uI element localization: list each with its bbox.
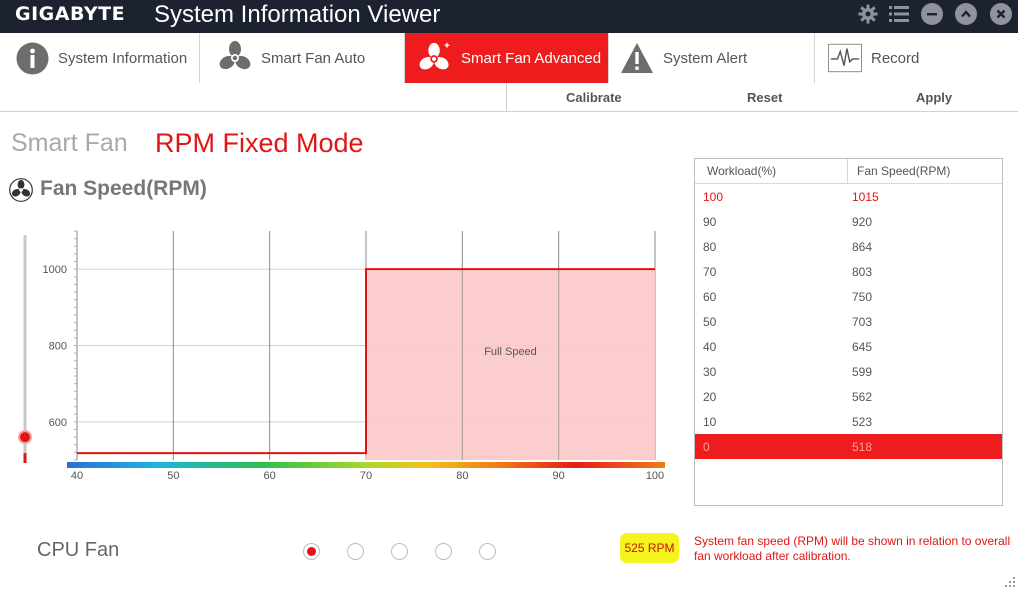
rpm-slider-handle[interactable] [18, 430, 32, 445]
workload-cell: 100 [703, 190, 724, 204]
workload-cell: 10 [703, 415, 717, 429]
table-row[interactable]: 30 599 [695, 359, 1002, 384]
table-row[interactable]: 50 703 [695, 309, 1002, 334]
table-row[interactable]: 70 803 [695, 259, 1002, 284]
current-rpm-value: 525 RPM [624, 541, 675, 555]
fan-speed-cell: 562 [852, 390, 873, 404]
fan-speed-cell: 750 [852, 290, 873, 304]
divider [506, 83, 507, 112]
workload-cell: 20 [703, 390, 717, 404]
info-icon [15, 41, 49, 75]
heartbeat-icon [828, 41, 862, 75]
column-header-workload: Workload(%) [707, 164, 777, 178]
y-tick-label: 1000 [43, 264, 67, 276]
x-tick-label: 70 [360, 470, 372, 482]
table-row[interactable]: 40 645 [695, 334, 1002, 359]
warning-icon [620, 41, 654, 75]
divider [847, 159, 848, 184]
calibration-note: System fan speed (RPM) will be shown in … [694, 534, 1011, 563]
fan-speed-cell: 920 [852, 215, 873, 229]
fan-speed-cell: 703 [852, 315, 873, 329]
table-header: Workload(%) Fan Speed(RPM) [695, 159, 1002, 184]
tab-system-alert[interactable]: System Alert [609, 33, 815, 83]
tab-label: Smart Fan Advanced [461, 49, 602, 67]
tab-label: System Alert [663, 49, 748, 67]
workload-cell: 30 [703, 365, 717, 379]
workload-cell: 40 [703, 340, 717, 354]
fan-speed-cell: 518 [852, 440, 873, 454]
workload-rpm-table: Workload(%) Fan Speed(RPM) 100 1015 90 920 8… [694, 158, 1003, 506]
fan-radio-4[interactable] [435, 543, 452, 560]
close-icon[interactable] [990, 3, 1012, 25]
table-row[interactable]: 60 750 [695, 284, 1002, 309]
workload-cell: 80 [703, 240, 717, 254]
x-tick-label: 80 [456, 470, 468, 482]
x-tick-label: 60 [264, 470, 276, 482]
tab-label: System Information [58, 49, 188, 67]
fan-plus-icon [418, 41, 452, 75]
tab-label: Record [871, 49, 920, 67]
minimize-icon[interactable] [921, 3, 943, 25]
fan-speed-cell: 523 [852, 415, 873, 429]
workload-cell: 90 [703, 215, 717, 229]
annotation-label: Full Speed [484, 346, 537, 358]
table-row[interactable]: 20 562 [695, 384, 1002, 409]
workload-cell: 60 [703, 290, 717, 304]
calibrate-button[interactable]: Calibrate [566, 90, 622, 105]
fan-speed-cell: 599 [852, 365, 873, 379]
section-title: Fan Speed(RPM) [40, 177, 207, 200]
y-tick-label: 600 [49, 417, 67, 429]
temperature-gradient-bar [67, 462, 665, 468]
table-row[interactable]: 10 523 [695, 409, 1002, 434]
full-speed-region [366, 269, 655, 460]
workload-cell: 70 [703, 265, 717, 279]
tab-smart-fan-advanced[interactable]: Smart Fan Advanced [405, 33, 609, 83]
x-tick-label: 50 [167, 470, 179, 482]
action-bar: Calibrate Reset Apply [0, 83, 1018, 112]
reset-button[interactable]: Reset [747, 90, 782, 105]
y-tick-label: 800 [49, 341, 67, 353]
apply-button[interactable]: Apply [916, 90, 952, 105]
tab-record[interactable]: Record [815, 33, 1018, 83]
table-row[interactable]: 100 1015 [695, 184, 1002, 209]
fan-radio-3[interactable] [391, 543, 408, 560]
tab-smart-fan-auto[interactable]: Smart Fan Auto [200, 33, 405, 83]
table-row[interactable]: 0 518 [695, 434, 1002, 459]
workload-cell: 0 [703, 440, 710, 454]
fan-icon [218, 41, 252, 75]
tab-label: Smart Fan Auto [261, 49, 366, 67]
workload-cell: 50 [703, 315, 717, 329]
fan-radio-5[interactable] [479, 543, 496, 560]
fan-icon [9, 178, 33, 207]
fan-speed-cell: 1015 [852, 190, 879, 204]
x-tick-label: 100 [646, 470, 664, 482]
fan-speed-cell: 864 [852, 240, 873, 254]
table-row[interactable]: 80 864 [695, 234, 1002, 259]
fan-speed-cell: 803 [852, 265, 873, 279]
mode-label: Smart Fan [11, 129, 128, 157]
x-tick-label: 90 [553, 470, 565, 482]
current-rpm: 525 RPM [620, 533, 679, 563]
fan-speed-chart[interactable]: 600 800 1000 Full Speed 40 50 60 70 80 90 100 [0, 215, 690, 485]
fan-radio-2[interactable] [347, 543, 364, 560]
brand-logo: GIGABYTE [15, 3, 126, 25]
column-header-fan-speed: Fan Speed(RPM) [857, 164, 951, 178]
app-title: System Information Viewer [154, 1, 441, 28]
resize-grip-icon[interactable] [1004, 576, 1016, 588]
tab-system-information[interactable]: System Information [0, 33, 200, 83]
mode-value[interactable]: RPM Fixed Mode [155, 128, 364, 159]
fan-name: CPU Fan [37, 539, 120, 561]
fan-radio-1[interactable] [303, 543, 320, 560]
title-bar: GIGABYTE System Information Viewer [0, 0, 1018, 33]
list-icon[interactable] [888, 3, 910, 25]
fan-speed-cell: 645 [852, 340, 873, 354]
x-tick-label: 40 [71, 470, 83, 482]
tab-bar: System Information Smart Fan Auto Smart … [0, 33, 1018, 83]
collapse-icon[interactable] [955, 3, 977, 25]
gear-icon[interactable] [857, 3, 879, 25]
table-row[interactable]: 90 920 [695, 209, 1002, 234]
